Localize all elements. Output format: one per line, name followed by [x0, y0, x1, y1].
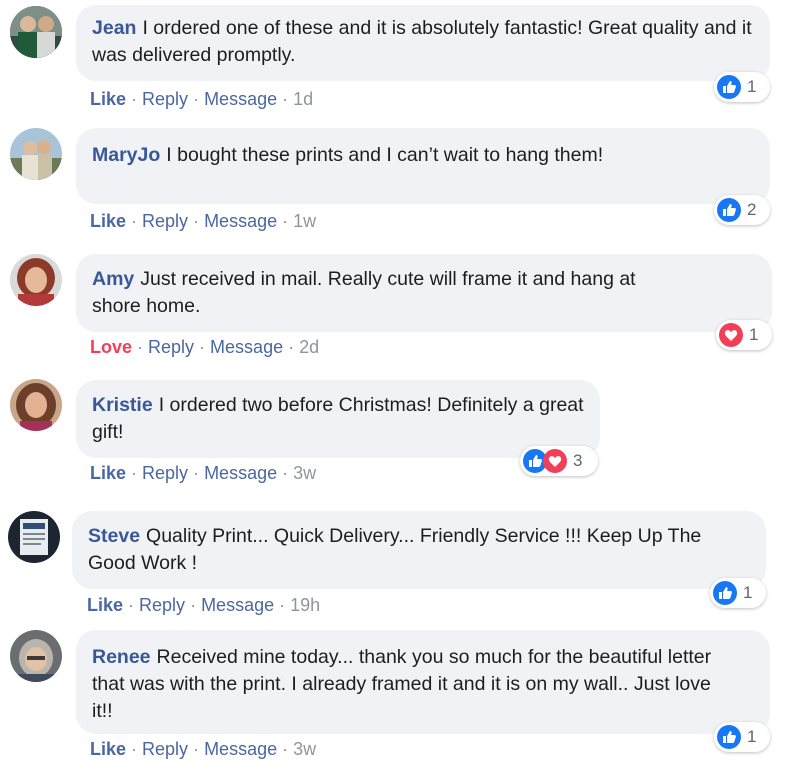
love-reaction-icon	[719, 323, 743, 347]
separator: ·	[282, 211, 289, 231]
separator: ·	[190, 595, 197, 615]
reply-button[interactable]: Reply	[142, 211, 188, 231]
like-button[interactable]: Like	[90, 739, 126, 759]
comment-bubble: Amy Just received in mail. Really cute wi…	[76, 254, 772, 332]
separator: ·	[131, 739, 138, 759]
reaction-count: 3	[573, 451, 583, 470]
like-button[interactable]: Like	[90, 211, 126, 231]
comment-text: Quality Print... Quick Delivery... Frien…	[88, 525, 702, 574]
comment-timestamp[interactable]: 19h	[290, 595, 320, 615]
separator: ·	[288, 337, 295, 357]
separator: ·	[193, 89, 200, 109]
comment-timestamp[interactable]: 2d	[299, 337, 319, 357]
separator: ·	[282, 89, 289, 109]
like-button[interactable]: Like	[90, 89, 126, 109]
avatar[interactable]	[10, 379, 62, 431]
separator: ·	[199, 337, 206, 357]
reaction-summary[interactable]: 1	[710, 578, 766, 608]
reaction-summary[interactable]: 2	[714, 195, 770, 225]
like-button[interactable]: Like	[90, 463, 126, 483]
like-button[interactable]: Like	[87, 595, 123, 615]
reaction-summary[interactable]: 1	[714, 72, 770, 102]
message-button[interactable]: Message	[204, 739, 277, 759]
reaction-summary[interactable]: 1	[714, 722, 770, 752]
reply-button[interactable]: Reply	[142, 739, 188, 759]
comment-text: I bought these prints and I can’t wait t…	[166, 144, 604, 166]
separator: ·	[193, 739, 200, 759]
message-button[interactable]: Message	[210, 337, 283, 357]
comment-actions: Like · Reply · Message · 19h	[87, 595, 320, 616]
separator: ·	[193, 211, 200, 231]
like-reaction-icon	[717, 75, 741, 99]
reply-button[interactable]: Reply	[139, 595, 185, 615]
separator: ·	[131, 211, 138, 231]
comment-timestamp[interactable]: 1w	[293, 211, 316, 231]
comment-bubble: Jean I ordered one of these and it is abs…	[76, 5, 770, 81]
separator: ·	[282, 739, 289, 759]
reply-button[interactable]: Reply	[142, 89, 188, 109]
message-button[interactable]: Message	[204, 89, 277, 109]
comment-author[interactable]: Amy	[92, 268, 134, 290]
comment-author[interactable]: Jean	[92, 17, 136, 39]
separator: ·	[131, 89, 138, 109]
avatar[interactable]	[8, 511, 60, 563]
comment-actions: Like · Reply · Message · 3w	[90, 463, 316, 484]
comment-timestamp[interactable]: 1d	[293, 89, 313, 109]
like-reaction-icon	[713, 581, 737, 605]
comment-actions: Like · Reply · Message · 3w	[90, 739, 316, 760]
avatar[interactable]	[10, 128, 62, 180]
comment-author[interactable]: Kristie	[92, 394, 153, 416]
comment-actions: Love · Reply · Message · 2d	[90, 337, 319, 358]
reaction-summary[interactable]: 1	[716, 320, 772, 350]
reaction-count: 1	[747, 727, 757, 746]
comment-bubble: Renee Received mine today... thank you so…	[76, 630, 770, 734]
comment-timestamp[interactable]: 3w	[293, 463, 316, 483]
comment-author[interactable]: MaryJo	[92, 144, 160, 166]
comment-bubble: MaryJo I bought these prints and I can’t …	[76, 128, 770, 204]
reply-button[interactable]: Reply	[148, 337, 194, 357]
separator: ·	[282, 463, 289, 483]
separator: ·	[193, 463, 200, 483]
separator: ·	[279, 595, 286, 615]
reaction-count: 1	[747, 77, 757, 96]
avatar[interactable]	[10, 254, 62, 306]
comment-bubble: Steve Quality Print... Quick Delivery... …	[72, 511, 766, 589]
message-button[interactable]: Message	[204, 463, 277, 483]
like-reaction-icon	[717, 725, 741, 749]
separator: ·	[128, 595, 135, 615]
message-button[interactable]: Message	[204, 211, 277, 231]
separator: ·	[137, 337, 144, 357]
love-button[interactable]: Love	[90, 337, 132, 357]
avatar[interactable]	[10, 6, 62, 58]
comment-text: Received mine today... thank you so much…	[92, 646, 712, 722]
reaction-count: 1	[743, 583, 753, 602]
reaction-count: 2	[747, 200, 757, 219]
comment-bubble: Kristie I ordered two before Christmas! D…	[76, 380, 600, 458]
separator: ·	[131, 463, 138, 483]
message-button[interactable]: Message	[201, 595, 274, 615]
reply-button[interactable]: Reply	[142, 463, 188, 483]
comment-author[interactable]: Renee	[92, 646, 151, 668]
comment-text: Just received in mail. Really cute will …	[92, 268, 636, 317]
love-reaction-icon	[543, 449, 567, 473]
reaction-count: 1	[749, 325, 759, 344]
comment-text: I ordered one of these and it is absolut…	[92, 17, 752, 66]
comment-author[interactable]: Steve	[88, 525, 140, 547]
comment-timestamp[interactable]: 3w	[293, 739, 316, 759]
avatar[interactable]	[10, 630, 62, 682]
comment-actions: Like · Reply · Message · 1w	[90, 211, 316, 232]
comment-text: I ordered two before Christmas! Definite…	[92, 394, 584, 443]
like-reaction-icon	[717, 198, 741, 222]
reaction-summary[interactable]: 3	[520, 446, 598, 476]
comment-actions: Like · Reply · Message · 1d	[90, 89, 313, 110]
